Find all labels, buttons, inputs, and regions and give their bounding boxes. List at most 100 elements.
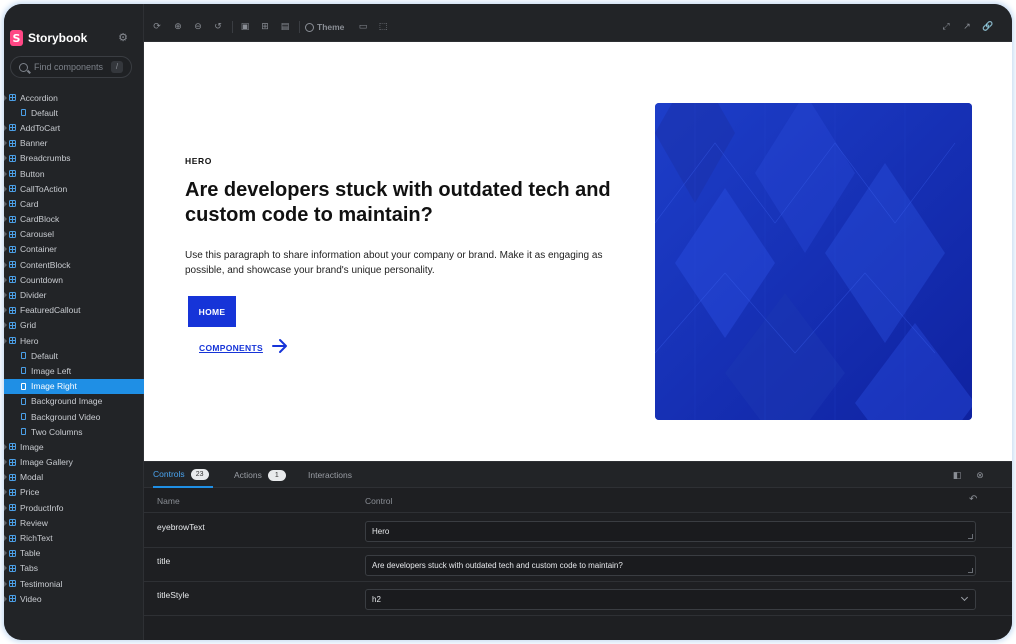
sidebar-component-item[interactable]: Image Gallery — [4, 455, 144, 470]
sidebar-component-item[interactable]: CardBlock — [4, 212, 144, 227]
home-button[interactable]: HOME — [188, 296, 236, 327]
sidebar-story-item[interactable]: Two Columns — [4, 424, 144, 439]
open-new-tab-icon[interactable]: ↗ — [962, 22, 972, 32]
chevron-right-icon — [4, 140, 7, 147]
resize-handle-icon[interactable] — [968, 568, 973, 573]
chevron-right-icon — [4, 216, 7, 223]
viewport-icon[interactable]: ▤ — [280, 22, 290, 32]
component-icon — [9, 306, 16, 314]
sidebar-component-item[interactable]: Card — [4, 196, 144, 211]
hero-title: Are developers stuck with outdated tech … — [185, 179, 611, 226]
sidebar-component-item[interactable]: ContentBlock — [4, 257, 144, 272]
sidebar-item-label: Background Image — [31, 396, 103, 407]
tab-actions[interactable]: Actions 1 — [234, 462, 286, 488]
zoom-in-icon[interactable]: ⊕ — [173, 22, 183, 32]
panel-orientation-icon[interactable]: ◧ — [952, 470, 962, 480]
sidebar-component-item[interactable]: Tabs — [4, 561, 144, 576]
bookmark-icon — [21, 109, 26, 117]
field-value: Are developers stuck with outdated tech … — [372, 561, 623, 570]
fullscreen-icon[interactable]: ⤢ — [941, 22, 951, 32]
settings-gear-icon[interactable]: ⚙ — [117, 32, 129, 44]
component-icon — [9, 215, 16, 223]
close-panel-icon[interactable]: ⊗ — [975, 470, 985, 480]
component-icon — [9, 595, 16, 603]
sidebar-component-item[interactable]: Countdown — [4, 272, 144, 287]
arrow-right-icon[interactable] — [271, 338, 289, 354]
component-icon — [9, 139, 16, 147]
component-icon — [9, 488, 16, 496]
control-name: title — [157, 556, 171, 566]
component-icon — [9, 124, 16, 132]
theme-switcher[interactable]: Theme — [305, 21, 344, 33]
title-style-select[interactable]: h2 — [365, 589, 976, 610]
sidebar-component-item[interactable]: FeaturedCallout — [4, 303, 144, 318]
select-value: h2 — [372, 595, 381, 604]
tab-count-badge: 23 — [190, 468, 209, 480]
sidebar-story-item[interactable]: Background Image — [4, 394, 144, 409]
sidebar-component-item[interactable]: Button — [4, 166, 144, 181]
copy-link-icon[interactable]: 🔗 — [982, 22, 993, 32]
sidebar-component-item[interactable]: RichText — [4, 530, 144, 545]
sidebar-component-item[interactable]: Table — [4, 546, 144, 561]
component-icon — [9, 94, 16, 102]
chevron-right-icon — [4, 231, 7, 238]
sidebar-component-item[interactable]: Breadcrumbs — [4, 151, 144, 166]
sidebar-component-item[interactable]: CallToAction — [4, 181, 144, 196]
tab-label: Actions — [234, 470, 262, 480]
sidebar-story-item[interactable]: Image Left — [4, 363, 144, 378]
sidebar-item-label: Image — [20, 441, 44, 452]
control-row: title Are developers stuck with outdated… — [144, 548, 1012, 582]
sidebar-component-item[interactable]: Price — [4, 485, 144, 500]
sidebar-item-label: Grid — [20, 320, 37, 331]
sidebar-component-item[interactable]: Container — [4, 242, 144, 257]
component-icon — [9, 564, 16, 572]
sidebar-item-label: ContentBlock — [20, 259, 71, 270]
sidebar-component-item[interactable]: Review — [4, 515, 144, 530]
globe-icon — [305, 22, 314, 32]
resize-handle-icon[interactable] — [968, 534, 973, 539]
measure-icon[interactable]: ▭ — [358, 22, 368, 32]
outline-icon[interactable]: ⬚ — [378, 22, 388, 32]
sidebar-component-item[interactable]: Modal — [4, 470, 144, 485]
sidebar-component-item[interactable]: Divider — [4, 287, 144, 302]
sidebar-item-label: ProductInfo — [20, 502, 64, 513]
sidebar-item-label: Card — [20, 198, 39, 209]
tab-controls[interactable]: Controls 23 — [153, 462, 213, 488]
sidebar-component-item[interactable]: Accordion — [4, 90, 144, 105]
sidebar-component-item[interactable]: Testimonial — [4, 576, 144, 591]
sidebar-component-item[interactable]: Hero — [4, 333, 144, 348]
reload-icon[interactable]: ⟳ — [152, 22, 162, 32]
search-box[interactable]: / — [10, 56, 132, 78]
chevron-right-icon — [4, 276, 7, 283]
sidebar-item-label: Accordion — [20, 92, 58, 103]
eyebrow-text-field[interactable]: Hero — [365, 521, 976, 542]
sidebar-component-item[interactable]: Video — [4, 591, 144, 606]
sidebar-component-item[interactable]: Carousel — [4, 227, 144, 242]
brand[interactable]: S Storybook — [10, 30, 87, 46]
components-link[interactable]: COMPONENTS — [199, 343, 263, 353]
sidebar-story-item[interactable]: Default — [4, 348, 144, 363]
addons-panel: Controls 23 Actions 1 Interactions ◧ ⊗ N… — [144, 461, 1012, 640]
hero-eyebrow: HERO — [185, 156, 212, 166]
sidebar-component-item[interactable]: Image — [4, 439, 144, 454]
column-name: Name — [157, 496, 180, 506]
reset-controls-icon[interactable]: ↶ — [969, 494, 977, 505]
background-icon[interactable]: ▣ — [240, 22, 250, 32]
title-field[interactable]: Are developers stuck with outdated tech … — [365, 555, 976, 576]
sidebar-story-item[interactable]: Background Video — [4, 409, 144, 424]
search-input[interactable] — [34, 62, 114, 72]
tab-interactions[interactable]: Interactions — [308, 462, 352, 488]
zoom-out-icon[interactable]: ⊖ — [193, 22, 203, 32]
sidebar-component-item[interactable]: Banner — [4, 136, 144, 151]
component-icon — [9, 245, 16, 253]
sidebar-story-item[interactable]: Default — [4, 105, 144, 120]
chevron-right-icon — [4, 565, 7, 572]
sidebar-item-label: CallToAction — [20, 183, 68, 194]
sidebar-story-item[interactable]: Image Right — [4, 378, 144, 394]
sidebar-component-item[interactable]: Grid — [4, 318, 144, 333]
tab-label: Interactions — [308, 470, 352, 480]
zoom-reset-icon[interactable]: ↺ — [213, 22, 223, 32]
grid-icon[interactable]: ⊞ — [260, 22, 270, 32]
sidebar-component-item[interactable]: AddToCart — [4, 120, 144, 135]
sidebar-component-item[interactable]: ProductInfo — [4, 500, 144, 515]
